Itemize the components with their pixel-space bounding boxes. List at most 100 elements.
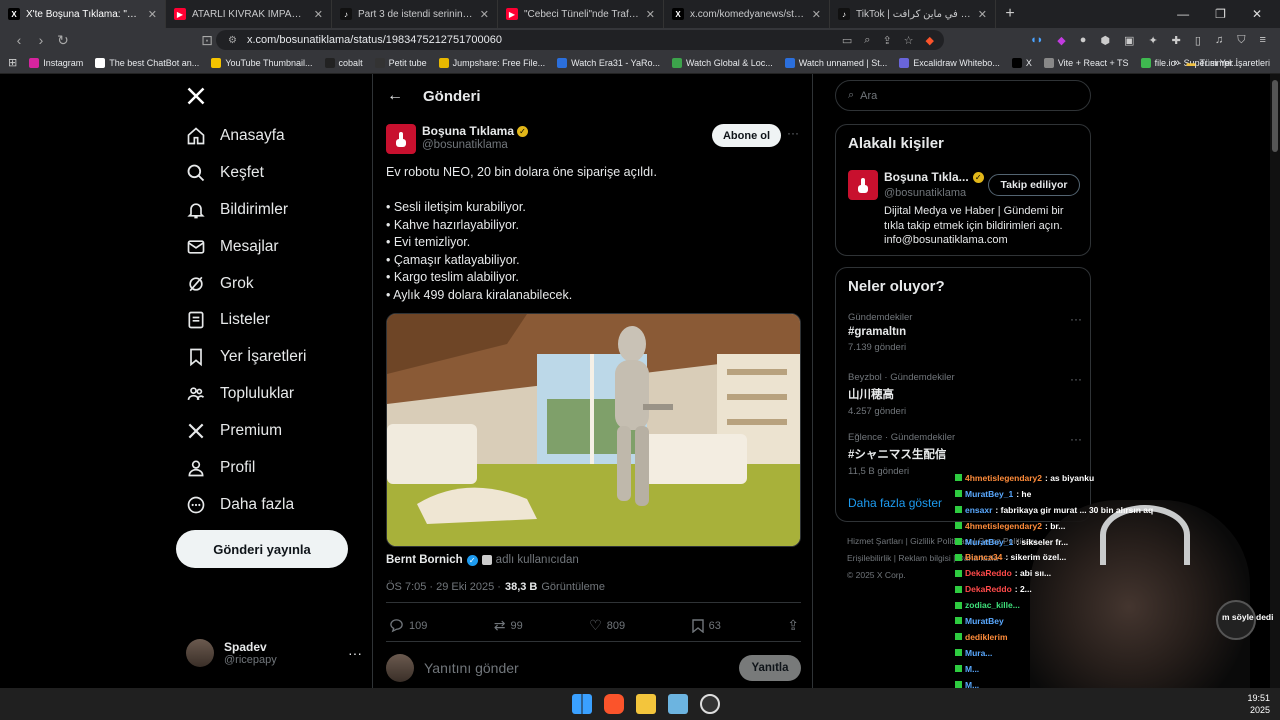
bookmark-item[interactable]: X <box>1011 57 1032 68</box>
nav-item-communities[interactable]: Topluluklar <box>186 384 294 404</box>
account-switcher[interactable]: Spadev @ricepapy ··· <box>186 639 362 667</box>
bookmark-action[interactable]: 63 <box>691 617 721 634</box>
bookmark-page-icon[interactable]: ⊡ <box>196 32 218 49</box>
media-credit[interactable]: Bernt Bornich ✓ adlı kullanıcıdan <box>386 554 579 566</box>
bookmark-item[interactable]: Watch unnamed | St... <box>784 57 887 68</box>
new-tab-button[interactable]: + <box>996 5 1024 23</box>
site-info-icon[interactable]: ⚙ <box>228 35 237 46</box>
maximize-icon[interactable]: ❐ <box>1215 7 1226 21</box>
minimize-icon[interactable]: — <box>1177 7 1189 21</box>
windows-start-icon[interactable] <box>572 694 592 714</box>
photos-icon[interactable] <box>668 694 688 714</box>
related-avatar[interactable] <box>848 170 878 200</box>
browser-tab[interactable]: ♪ Part 3 de istendi serinin sonu KDKSK ✕ <box>332 0 498 28</box>
bookmark-item[interactable]: The best ChatBot an... <box>95 57 199 68</box>
nav-item-more-circle[interactable]: Daha fazla <box>186 495 294 515</box>
nav-item-grok[interactable]: Grok <box>186 274 254 294</box>
close-tab-icon[interactable]: ✕ <box>148 8 157 21</box>
close-tab-icon[interactable]: ✕ <box>480 8 489 21</box>
nav-item-search[interactable]: Keşfet <box>186 163 264 183</box>
reply-button[interactable]: Yanıtla <box>739 655 801 681</box>
like-action[interactable]: ♡ 809 <box>589 617 625 634</box>
bookmark-item[interactable]: Petit tube <box>374 57 427 68</box>
bookmark-item[interactable]: Vite + React + TS <box>1043 57 1129 68</box>
author-handle[interactable]: @bosunatiklama <box>422 139 528 151</box>
search-input[interactable]: ⌕ Ara <box>835 80 1091 111</box>
browser-tab[interactable]: ♪ TikTok | يتغير كل شيء في ماين كرافت ✕ <box>830 0 996 28</box>
close-tab-icon[interactable]: ✕ <box>812 8 821 21</box>
related-handle[interactable]: @bosunatiklama <box>884 187 966 199</box>
url-field[interactable]: ⚙ x.com/bosunatiklama/status/19834752127… <box>216 30 944 50</box>
nav-item-profile[interactable]: Profil <box>186 458 255 478</box>
more-dots-icon[interactable]: ··· <box>1070 312 1082 326</box>
extension-icon[interactable]: ◆ <box>1057 34 1065 47</box>
repost-action[interactable]: ⇄ 99 <box>494 617 523 634</box>
reply-action[interactable]: 109 <box>389 617 427 634</box>
more-dots-icon[interactable]: ··· <box>1070 372 1082 386</box>
more-dots-icon[interactable]: ··· <box>348 645 362 661</box>
author-avatar[interactable] <box>386 124 416 154</box>
menu-icon[interactable]: ≡ <box>1259 34 1265 46</box>
brave-shield-icon[interactable]: ◆ <box>926 34 934 47</box>
extension-icon[interactable]: ◖◗ <box>1030 34 1043 46</box>
app-icon[interactable] <box>700 694 720 714</box>
extension-icon[interactable]: ✦ <box>1148 34 1157 47</box>
sidebar-icon[interactable]: ▯ <box>1195 34 1201 47</box>
back-icon[interactable]: ‹ <box>8 32 30 48</box>
share-action[interactable]: ⇪ <box>787 617 799 634</box>
nav-item-home[interactable]: Anasayfa <box>186 126 285 146</box>
close-tab-icon[interactable]: ✕ <box>646 8 655 21</box>
bookmark-item[interactable]: Excalidraw Whitebo... <box>899 57 1000 68</box>
more-dots-icon[interactable]: ··· <box>787 126 799 140</box>
apps-icon[interactable]: ⊞ <box>8 56 17 69</box>
zoom-icon[interactable]: ⌕ <box>864 34 870 47</box>
related-name[interactable]: Boşuna Tıkla... <box>884 170 969 184</box>
post-video[interactable] <box>386 313 801 547</box>
following-button[interactable]: Takip ediliyor <box>988 174 1080 196</box>
media-icon[interactable]: ♫ <box>1215 34 1223 46</box>
star-icon[interactable]: ☆ <box>904 34 914 47</box>
trend-item[interactable]: Beyzbol · Gündemdekiler 山川穂高 4.257 gönderi… <box>848 372 1082 417</box>
forward-icon[interactable]: › <box>30 32 52 48</box>
close-window-icon[interactable]: ✕ <box>1252 7 1262 21</box>
extension-icon[interactable]: ⬢ <box>1100 34 1110 47</box>
author-name[interactable]: Boşuna Tıklama <box>422 124 514 138</box>
nav-item-bell[interactable]: Bildirimler <box>186 200 288 220</box>
browser-tab[interactable]: Xx.com/komedyanews/status/198314... ✕ <box>664 0 830 28</box>
credit-name[interactable]: Bernt Bornich <box>386 554 463 566</box>
bookmark-item[interactable]: cobalt <box>324 57 363 68</box>
nav-item-bookmark[interactable]: Yer İşaretleri <box>186 347 306 367</box>
bookmark-item[interactable]: YouTube Thumbnail... <box>211 57 313 68</box>
bookmarks-overflow-icon[interactable]: » <box>1174 57 1180 69</box>
post-author[interactable]: Boşuna Tıklama ✓ @bosunatiklama <box>386 124 529 154</box>
close-tab-icon[interactable]: ✕ <box>314 8 323 21</box>
browser-tab[interactable]: ▶ "Cebeci Tüneli"nde Trafik Polisi Opera ✕ <box>498 0 664 28</box>
browser-tab[interactable]: X X'te Boşuna Tıklama: "Ev robotu ✕ <box>0 0 166 28</box>
file-explorer-icon[interactable] <box>636 694 656 714</box>
nav-item-list[interactable]: Listeler <box>186 310 270 330</box>
share-icon[interactable]: ⇪ <box>882 34 891 47</box>
bookmark-item[interactable]: Watch Global & Loc... <box>672 57 773 68</box>
cast-icon[interactable]: ▭ <box>842 34 852 47</box>
nav-item-mail[interactable]: Mesajlar <box>186 237 279 257</box>
extension-icon[interactable]: ▣ <box>1124 34 1134 47</box>
all-bookmarks[interactable]: ▬ Tüm Yer İşaretleri <box>1186 52 1270 73</box>
close-tab-icon[interactable]: ✕ <box>978 8 987 21</box>
nav-item-x-logo[interactable]: Premium <box>186 421 282 441</box>
more-dots-icon[interactable]: ··· <box>1070 432 1082 446</box>
page-scrollbar[interactable] <box>1270 74 1280 688</box>
trend-item[interactable]: Gündemdekiler #gramaltın 7.139 gönderi ··· <box>848 312 1082 353</box>
show-more-link[interactable]: Daha fazla göster <box>848 496 942 510</box>
puzzle-icon[interactable]: ✚ <box>1172 34 1181 47</box>
bookmark-item[interactable]: Watch Era31 - YaRo... <box>557 57 660 68</box>
extension-icon[interactable]: ● <box>1080 34 1087 46</box>
subscribe-button[interactable]: Abone ol <box>712 124 781 147</box>
bookmark-item[interactable]: Instagram <box>29 57 83 68</box>
post-time[interactable]: ÖS 7:05 · 29 Eki 2025 · <box>386 581 501 593</box>
post-button[interactable]: Gönderi yayınla <box>176 530 348 568</box>
back-arrow-icon[interactable]: ← <box>387 87 403 105</box>
vpn-icon[interactable]: ⛉ <box>1237 34 1245 47</box>
brave-browser-icon[interactable] <box>604 694 624 714</box>
reply-input[interactable]: Yanıtını gönder <box>424 660 519 676</box>
reload-icon[interactable]: ↻ <box>52 32 74 49</box>
